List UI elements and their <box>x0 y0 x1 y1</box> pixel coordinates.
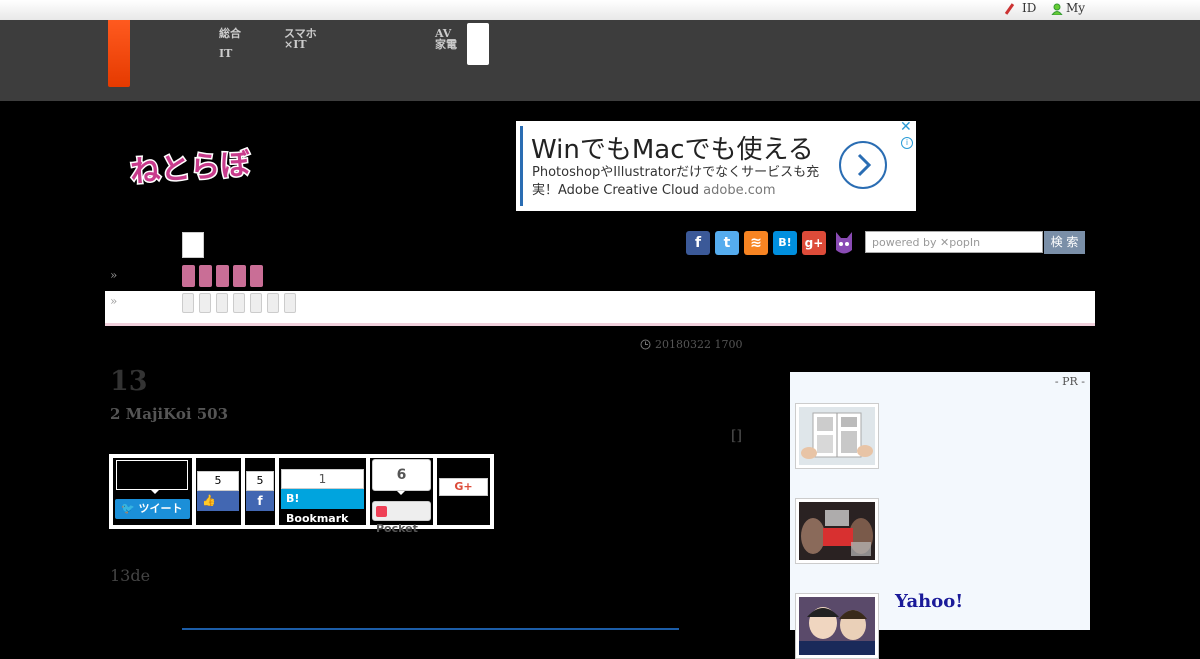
tag-chip[interactable] <box>182 265 195 287</box>
gplus-widget: G+ <box>437 458 490 525</box>
breadcrumb-marker: » <box>110 294 118 308</box>
ad-banner[interactable]: WinでもMacでも使える PhotoshopやIllustratorだけでなく… <box>516 119 916 211</box>
like-count: 5 <box>197 471 239 491</box>
bookmark-button[interactable]: B! Bookmark <box>281 489 364 525</box>
breadcrumb-marker: » <box>110 268 118 282</box>
breadcrumb-item[interactable] <box>284 293 296 313</box>
breadcrumb-item[interactable] <box>199 293 211 313</box>
sidebar-thumbnail[interactable] <box>795 403 879 469</box>
article-subtitle: 2 MajiKoi 503 <box>110 405 229 423</box>
nav-item-general[interactable]: 総合 IT <box>219 28 241 59</box>
director-poster-image <box>799 502 875 560</box>
site-tab[interactable] <box>108 20 130 87</box>
sidebar-headline[interactable]: Yahoo! <box>895 591 963 612</box>
tweet-count-box <box>116 460 188 490</box>
breadcrumb-bar: » <box>105 291 1095 326</box>
tag-chip[interactable] <box>199 265 212 287</box>
logo-text: ねとらぼ <box>129 147 252 190</box>
breadcrumb-item[interactable] <box>250 293 262 313</box>
article-intro: 13de <box>110 566 151 585</box>
bookmark-label: Bookmark <box>286 512 349 525</box>
ad-arrow-button[interactable] <box>839 141 887 189</box>
breadcrumb-item[interactable] <box>182 293 194 313</box>
fb-share-count: 5 <box>246 471 274 491</box>
article-marker: [] <box>731 428 742 444</box>
twitter-icon[interactable]: t <box>715 231 739 255</box>
facebook-icon: f <box>257 494 263 508</box>
sidebar-thumbnail[interactable] <box>795 593 879 659</box>
share-bar: 🐦 ツイート 5 👍 5 f 1 B! Bookmark 6 Pocket G+ <box>109 454 494 535</box>
clock-icon <box>640 339 651 350</box>
tag-chip[interactable] <box>250 265 263 287</box>
manga-book-image <box>799 407 875 465</box>
article-title: 13 <box>110 366 148 397</box>
nav-item-label: 総合 <box>219 27 241 40</box>
rss-icon[interactable]: ≋ <box>744 231 768 255</box>
pencil-icon <box>1004 3 1015 15</box>
ad-headline: WinでもMacでも使える <box>531 135 814 165</box>
thumbs-up-icon: 👍 <box>202 494 216 507</box>
google-plus-icon[interactable]: g+ <box>802 231 826 255</box>
anime-image <box>799 597 875 655</box>
nav-item-label: 家電 <box>435 38 457 51</box>
like-button[interactable]: 👍 <box>197 491 239 511</box>
breadcrumb-item[interactable] <box>216 293 228 313</box>
header-search-button[interactable] <box>467 23 489 65</box>
bookmark-count: 1 <box>281 469 364 489</box>
facebook-icon[interactable]: f <box>686 231 710 255</box>
tweet-button[interactable]: 🐦 ツイート <box>115 499 190 519</box>
tweet-count-pointer <box>151 490 159 494</box>
close-icon[interactable]: ✕ <box>900 119 912 135</box>
tag-chip[interactable] <box>216 265 229 287</box>
pocket-widget: 6 Pocket <box>370 458 433 535</box>
pocket-icon <box>376 505 387 517</box>
tweet-label: ツイート <box>138 502 183 515</box>
my-link[interactable]: My <box>1066 1 1085 15</box>
tag-chip[interactable] <box>233 265 246 287</box>
info-icon[interactable]: i <box>901 137 913 149</box>
like-widget: 5 👍 <box>196 458 241 525</box>
nav-item-av[interactable]: AV 家電 <box>435 28 457 50</box>
nav-item-smartphone[interactable]: スマホ ×IT <box>284 28 317 50</box>
id-link[interactable]: ID <box>1022 1 1036 15</box>
fb-share-widget: 5 f <box>245 458 275 525</box>
tweet-widget: 🐦 ツイート <box>113 458 192 525</box>
pocket-count-pointer <box>397 491 405 495</box>
sidebar-pr: - PR - Yahoo! <box>790 372 1090 659</box>
site-logo[interactable]: ねとらぼ <box>128 140 258 190</box>
utility-bar: ID My <box>0 0 1200 20</box>
pocket-label: Pocket <box>376 522 418 535</box>
category-box[interactable] <box>182 232 204 258</box>
ad-body: PhotoshopやIllustratorだけでなくサービスも充実！Adobe … <box>532 164 832 200</box>
ad-body-text: PhotoshopやIllustratorだけでなくサービスも充実！Adobe … <box>532 165 820 198</box>
ad-accent-bar <box>520 126 523 206</box>
chevron-right-icon <box>857 153 872 177</box>
site-header: 総合 IT スマホ ×IT AV 家電 <box>0 20 1200 101</box>
pocket-count: 6 <box>372 459 431 491</box>
user-icon <box>1051 3 1063 15</box>
breadcrumb-item[interactable] <box>267 293 279 313</box>
article-datetime: 20180322 1700 <box>655 338 743 351</box>
hatena-icon: B! <box>286 492 300 505</box>
nav-item-label: IT <box>219 47 233 60</box>
site-search-input[interactable]: powered by ✕popIn <box>865 231 1043 253</box>
mascot-icon[interactable] <box>832 230 856 256</box>
hatena-icon[interactable]: B! <box>773 231 797 255</box>
gplus-button[interactable]: G+ <box>439 478 488 496</box>
ad-domain: adobe.com <box>703 183 776 198</box>
twitter-icon: 🐦 <box>121 502 135 515</box>
sidebar-thumbnail[interactable] <box>795 498 879 564</box>
pr-label: - PR - <box>1054 375 1085 388</box>
breadcrumb-item[interactable] <box>233 293 245 313</box>
fb-share-button[interactable]: f <box>246 491 274 511</box>
site-search-button[interactable]: 検 索 <box>1044 231 1085 254</box>
nav-item-label: ×IT <box>284 38 307 51</box>
hatena-bookmark-widget: 1 B! Bookmark <box>279 458 366 525</box>
pocket-button[interactable]: Pocket <box>372 501 431 535</box>
